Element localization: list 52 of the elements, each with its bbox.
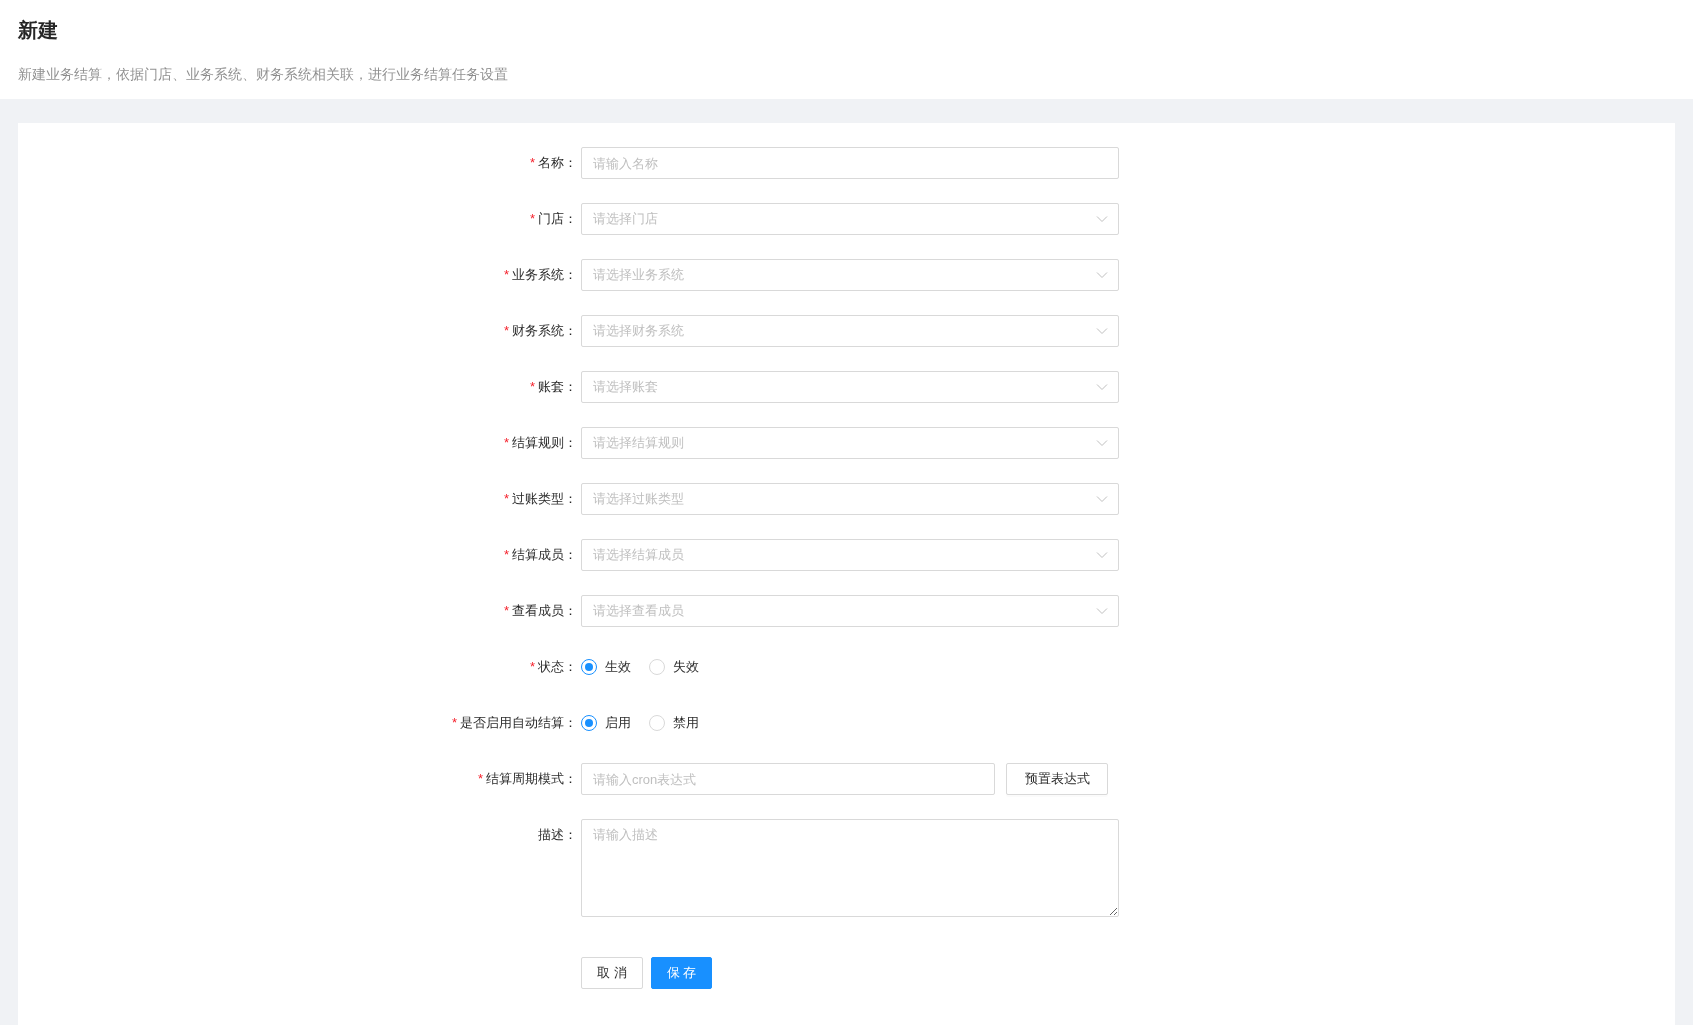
field-label: 过账类型： xyxy=(512,490,577,509)
radio-option[interactable]: 生效 xyxy=(581,657,631,677)
chevron-down-icon xyxy=(1096,381,1108,393)
field-label: 状态： xyxy=(538,658,577,677)
required-asterisk: * xyxy=(503,490,509,509)
select-field[interactable]: 请选择查看成员 xyxy=(581,595,1119,627)
field-label: 描述： xyxy=(538,826,577,845)
required-asterisk: * xyxy=(503,602,509,621)
chevron-down-icon xyxy=(1096,213,1108,225)
field-label: 结算周期模式： xyxy=(486,770,577,789)
field-label: 门店： xyxy=(538,210,577,229)
required-asterisk: * xyxy=(529,154,535,173)
required-asterisk: * xyxy=(503,546,509,565)
field-label: 名称： xyxy=(538,154,577,173)
select-field[interactable]: 请选择结算规则 xyxy=(581,427,1119,459)
select-field[interactable]: 请选择业务系统 xyxy=(581,259,1119,291)
text-input[interactable]: 请输入名称 xyxy=(581,147,1119,179)
chevron-down-icon xyxy=(1096,437,1108,449)
radio-option[interactable]: 禁用 xyxy=(649,713,699,733)
page-title: 新建 xyxy=(18,18,58,43)
required-asterisk: * xyxy=(477,770,483,789)
field-label: 账套： xyxy=(538,378,577,397)
field-label: 结算成员： xyxy=(512,546,577,565)
chevron-down-icon xyxy=(1096,269,1108,281)
required-asterisk: * xyxy=(529,658,535,677)
required-asterisk: * xyxy=(503,322,509,341)
field-label: 业务系统： xyxy=(512,266,577,285)
chevron-down-icon xyxy=(1096,493,1108,505)
field-label: 结算规则： xyxy=(512,434,577,453)
radio-option[interactable]: 启用 xyxy=(581,713,631,733)
description-textarea[interactable]: 请输入描述 xyxy=(581,819,1119,917)
chevron-down-icon xyxy=(1096,549,1108,561)
radio-option[interactable]: 失效 xyxy=(649,657,699,677)
select-field[interactable]: 请选择过账类型 xyxy=(581,483,1119,515)
select-field[interactable]: 请选择财务系统 xyxy=(581,315,1119,347)
field-label: 是否启用自动结算： xyxy=(460,714,577,733)
required-asterisk: * xyxy=(503,434,509,453)
save-button[interactable]: 保 存 xyxy=(650,957,713,989)
field-label: 财务系统： xyxy=(512,322,577,341)
page-description: 新建业务结算，依据门店、业务系统、财务系统相关联，进行业务结算任务设置 xyxy=(18,65,508,84)
chevron-down-icon xyxy=(1096,325,1108,337)
required-asterisk: * xyxy=(503,266,509,285)
cron-input[interactable]: 请输入cron表达式 xyxy=(581,763,995,795)
select-field[interactable]: 请选择账套 xyxy=(581,371,1119,403)
preset-button[interactable]: 预置表达式 xyxy=(1006,763,1108,795)
field-label: 查看成员： xyxy=(512,602,577,621)
chevron-down-icon xyxy=(1096,605,1108,617)
select-field[interactable]: 请选择结算成员 xyxy=(581,539,1119,571)
cancel-button[interactable]: 取 消 xyxy=(581,957,643,989)
required-asterisk: * xyxy=(529,378,535,397)
required-asterisk: * xyxy=(451,714,457,733)
required-asterisk: * xyxy=(529,210,535,229)
